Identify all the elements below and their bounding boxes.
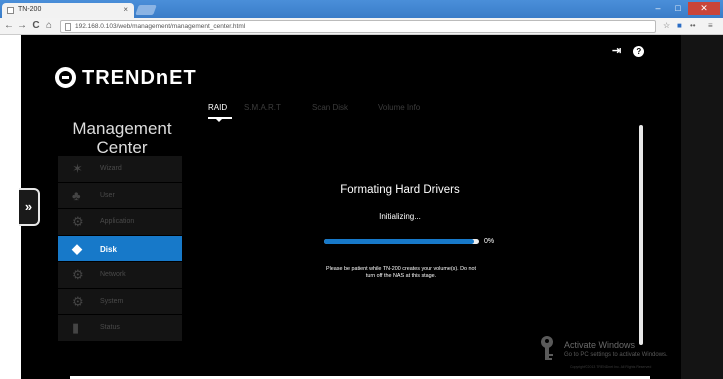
address-bar[interactable]: 192.168.0.103/web/management/management_… xyxy=(60,20,656,33)
browser-tab[interactable]: TN-200 × xyxy=(2,3,134,18)
sidebar-item-label: Application xyxy=(100,218,135,225)
gear-icon: ⚙ xyxy=(72,214,84,229)
system-icon: ⚙ xyxy=(72,293,84,309)
tab-smart[interactable]: S.M.A.R.T xyxy=(244,103,281,112)
progress-heading: Formating Hard Drivers xyxy=(340,184,460,196)
copyright-text: Copyright©2013 TRENDnet Inc. All Rights … xyxy=(570,365,652,369)
sidebar-item-label: Status xyxy=(100,324,120,331)
sidebar-item-disk[interactable]: ◆ Disk xyxy=(58,235,182,261)
extension-more-icon[interactable]: •• xyxy=(690,21,696,30)
back-icon[interactable]: ← xyxy=(3,20,15,31)
forward-icon[interactable]: → xyxy=(16,20,28,31)
sidebar-item-label: Disk xyxy=(100,244,117,254)
sidebar-item-application[interactable]: ⚙ Application xyxy=(58,209,182,235)
activate-windows-subtitle: Go to PC settings to activate Windows. xyxy=(564,352,668,358)
header-actions: ⇥ ? xyxy=(612,44,653,57)
progress-bar xyxy=(324,239,479,244)
page-icon xyxy=(65,23,71,31)
sidebar-item-status[interactable]: ▮ Status xyxy=(58,315,182,341)
tab-scan-disk[interactable]: Scan Disk xyxy=(312,103,348,112)
sidebar-item-label: Network xyxy=(100,271,126,278)
center-title: Center xyxy=(96,138,148,157)
sidebar-item-label: User xyxy=(100,191,115,199)
help-icon[interactable]: ? xyxy=(633,46,645,57)
logout-icon[interactable]: ⇥ xyxy=(612,44,621,57)
key-icon xyxy=(541,336,553,360)
sidebar-item-wizard[interactable]: ✶ Wizard xyxy=(58,156,182,182)
sidebar-item-user[interactable]: ♣ User xyxy=(58,182,182,208)
home-icon[interactable]: ⌂ xyxy=(43,20,55,31)
window-maximize-button[interactable]: □ xyxy=(668,2,688,15)
window-close-button[interactable]: ✕ xyxy=(688,2,720,15)
reload-icon[interactable]: C xyxy=(30,20,42,31)
browser-titlebar: TN-200 × – □ ✕ xyxy=(0,0,723,18)
progress-percent: 0% xyxy=(484,238,495,245)
tab-close-icon[interactable]: × xyxy=(123,5,128,14)
tab-title: TN-200 xyxy=(18,6,42,13)
sidebar-item-label: System xyxy=(100,297,124,305)
logo-wordmark: TRENDnET xyxy=(82,67,197,89)
left-margin xyxy=(0,35,21,379)
progress-status: Initializing... xyxy=(379,212,421,221)
sidebar-item-network[interactable]: ⚙ Network xyxy=(58,262,182,288)
user-icon: ♣ xyxy=(72,187,81,203)
sidebar-menu: ✶ Wizard ♣ User ⚙ Application ◆ Disk ⚙ N… xyxy=(58,156,182,342)
active-tab-notch xyxy=(215,118,223,122)
progress-note: Please be patient while TN-200 creates y… xyxy=(325,266,476,280)
menu-icon[interactable]: ≡ xyxy=(708,21,713,30)
bookmark-star-icon[interactable]: ☆ xyxy=(663,21,670,30)
tab-volume-info[interactable]: Volume Info xyxy=(378,103,420,112)
logo-ring-icon xyxy=(55,67,76,88)
address-bar-url: 192.168.0.103/web/management/management_… xyxy=(75,23,246,30)
sidebar-item-system[interactable]: ⚙ System xyxy=(58,288,182,314)
screen: TN-200 × – □ ✕ ← → C ⌂ 192.168.0.103/web… xyxy=(0,0,723,379)
sidebar-item-label: Wizard xyxy=(100,165,122,172)
sidebar-expand-button[interactable]: » xyxy=(19,188,40,226)
new-tab-button[interactable] xyxy=(135,5,157,15)
wand-icon: ✶ xyxy=(72,161,83,176)
scrollbar[interactable] xyxy=(639,125,643,345)
tab-raid[interactable]: RAID xyxy=(208,103,227,112)
disk-icon: ◆ xyxy=(72,240,82,256)
extension-icon[interactable]: ■ xyxy=(677,21,682,30)
window-minimize-button[interactable]: – xyxy=(648,2,668,15)
activate-windows-title: Activate Windows xyxy=(564,340,636,350)
management-title: Management xyxy=(72,119,172,138)
browser-toolbar: ← → C ⌂ 192.168.0.103/web/management/man… xyxy=(0,18,723,35)
right-margin xyxy=(681,35,723,379)
network-icon: ⚙ xyxy=(72,267,84,282)
progress-fill xyxy=(324,239,475,244)
status-icon: ▮ xyxy=(72,320,80,335)
page-favicon-icon xyxy=(7,7,14,14)
